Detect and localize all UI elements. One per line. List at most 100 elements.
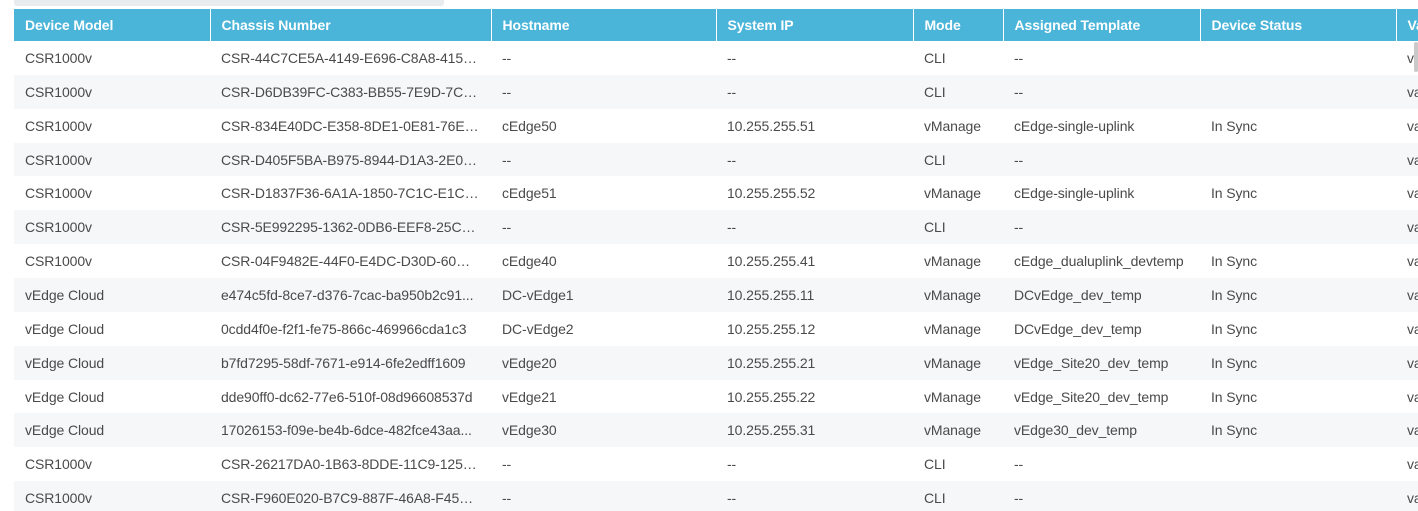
- system-ip-cell: 10.255.255.21: [716, 345, 913, 380]
- table-body: CSR1000v CSR-44C7CE5A-4149-E696-C8A8-415C…: [14, 41, 1418, 511]
- table-row[interactable]: vEdge Cloud e474c5fd-8ce7-d376-7cac-ba950…: [14, 278, 1418, 312]
- hostname-cell: --: [491, 210, 716, 245]
- device-model-cell: CSR1000v: [14, 74, 210, 109]
- device-model-cell: CSR1000v: [14, 447, 210, 482]
- assigned-template-cell: --: [1003, 447, 1200, 482]
- hostname-cell: --: [491, 481, 716, 511]
- version-cell: va: [1396, 311, 1418, 346]
- chassis-number-cell: CSR-D405F5BA-B975-8944-D1A3-2E08...: [210, 142, 491, 177]
- device-status-cell: In Sync: [1200, 311, 1396, 346]
- assigned-template-cell: cEdge-single-uplink: [1003, 108, 1200, 143]
- chassis-number-cell: b7fd7295-58df-7671-e914-6fe2edff1609: [210, 345, 491, 380]
- table-row[interactable]: CSR1000v CSR-44C7CE5A-4149-E696-C8A8-415C…: [14, 41, 1418, 75]
- device-status-cell: In Sync: [1200, 244, 1396, 279]
- column-system-ip-header[interactable]: System IP: [716, 9, 914, 41]
- system-ip-cell: --: [716, 142, 913, 177]
- hostname-cell: --: [491, 142, 716, 177]
- mode-cell: CLI: [913, 74, 1003, 109]
- vertical-scrollbar[interactable]: [1414, 42, 1418, 72]
- version-cell: va: [1396, 481, 1418, 511]
- toolbar-area: [0, 0, 1418, 8]
- device-table: Device Model Chassis Number Hostname System…: [14, 9, 1418, 511]
- hostname-cell: --: [491, 447, 716, 482]
- chassis-number-cell: e474c5fd-8ce7-d376-7cac-ba950b2c91...: [210, 278, 491, 312]
- system-ip-cell: --: [716, 481, 913, 511]
- chassis-number-cell: CSR-F960E020-B7C9-887F-46A8-F4537...: [210, 481, 491, 511]
- version-cell: va: [1396, 108, 1418, 143]
- column-device-model-header[interactable]: Device Model: [14, 9, 211, 41]
- system-ip-cell: 10.255.255.31: [716, 413, 913, 448]
- column-mode-header[interactable]: Mode: [913, 9, 1004, 41]
- mode-cell: CLI: [913, 41, 1003, 75]
- assigned-template-cell: cEdge-single-uplink: [1003, 176, 1200, 211]
- table-row[interactable]: vEdge Cloud b7fd7295-58df-7671-e914-6fe2e…: [14, 345, 1418, 380]
- version-cell: va: [1396, 142, 1418, 177]
- version-cell: va: [1396, 345, 1418, 380]
- table-row[interactable]: CSR1000v CSR-26217DA0-1B63-8DDE-11C9-125F…: [14, 447, 1418, 482]
- system-ip-cell: --: [716, 74, 913, 109]
- mode-cell: vManage: [913, 345, 1003, 380]
- device-model-cell: CSR1000v: [14, 481, 210, 511]
- table-row[interactable]: CSR1000v CSR-F960E020-B7C9-887F-46A8-F453…: [14, 481, 1418, 511]
- table-row[interactable]: vEdge Cloud dde90ff0-dc62-77e6-510f-08d96…: [14, 379, 1418, 414]
- hostname-cell: cEdge40: [491, 244, 716, 279]
- column-assigned-template-header[interactable]: Assigned Template: [1003, 9, 1201, 41]
- chassis-number-cell: CSR-D1837F36-6A1A-1850-7C1C-E1C6...: [210, 176, 491, 211]
- table-row[interactable]: CSR1000v CSR-D6DB39FC-C383-BB55-7E9D-7CD.…: [14, 74, 1418, 109]
- table-row[interactable]: CSR1000v CSR-D405F5BA-B975-8944-D1A3-2E08…: [14, 142, 1418, 177]
- mode-cell: vManage: [913, 244, 1003, 279]
- assigned-template-cell: cEdge_dualuplink_devtemp: [1003, 244, 1200, 279]
- chassis-number-cell: dde90ff0-dc62-77e6-510f-08d96608537d: [210, 379, 491, 414]
- system-ip-cell: --: [716, 447, 913, 482]
- mode-cell: vManage: [913, 108, 1003, 143]
- table-row[interactable]: CSR1000v CSR-04F9482E-44F0-E4DC-D30D-60C0…: [14, 244, 1418, 279]
- device-model-cell: vEdge Cloud: [14, 413, 210, 448]
- chassis-number-cell: CSR-44C7CE5A-4149-E696-C8A8-415C...: [210, 41, 491, 75]
- mode-cell: CLI: [913, 142, 1003, 177]
- version-cell: va: [1396, 379, 1418, 414]
- device-model-cell: vEdge Cloud: [14, 311, 210, 346]
- mode-cell: vManage: [913, 379, 1003, 414]
- mode-cell: CLI: [913, 447, 1003, 482]
- device-status-cell: [1200, 447, 1396, 482]
- mode-cell: vManage: [913, 176, 1003, 211]
- assigned-template-cell: --: [1003, 41, 1200, 75]
- assigned-template-cell: vEdge_Site20_dev_temp: [1003, 379, 1200, 414]
- table-row[interactable]: vEdge Cloud 0cdd4f0e-f2f1-fe75-866c-46996…: [14, 311, 1418, 346]
- table-row[interactable]: CSR1000v CSR-834E40DC-E358-8DE1-0E81-76E5…: [14, 108, 1418, 143]
- chassis-number-cell: CSR-834E40DC-E358-8DE1-0E81-76E59...: [210, 108, 491, 143]
- chassis-number-cell: 0cdd4f0e-f2f1-fe75-866c-469966cda1c3: [210, 311, 491, 346]
- mode-cell: vManage: [913, 413, 1003, 448]
- assigned-template-cell: vEdge_Site20_dev_temp: [1003, 345, 1200, 380]
- hostname-cell: DC-vEdge2: [491, 311, 716, 346]
- system-ip-cell: 10.255.255.41: [716, 244, 913, 279]
- mode-cell: CLI: [913, 481, 1003, 511]
- version-cell: va: [1396, 447, 1418, 482]
- column-hostname-header[interactable]: Hostname: [491, 9, 717, 41]
- hostname-cell: cEdge51: [491, 176, 716, 211]
- column-chassis-number-header[interactable]: Chassis Number: [210, 9, 492, 41]
- column-device-status-header[interactable]: Device Status: [1200, 9, 1397, 41]
- device-status-cell: In Sync: [1200, 379, 1396, 414]
- assigned-template-cell: --: [1003, 142, 1200, 177]
- system-ip-cell: 10.255.255.51: [716, 108, 913, 143]
- device-model-cell: CSR1000v: [14, 176, 210, 211]
- hostname-cell: vEdge21: [491, 379, 716, 414]
- table-row[interactable]: CSR1000v CSR-5E992295-1362-0DB6-EEF8-25CC…: [14, 210, 1418, 245]
- system-ip-cell: 10.255.255.22: [716, 379, 913, 414]
- table-row[interactable]: vEdge Cloud 17026153-f09e-be4b-6dce-482fc…: [14, 413, 1418, 448]
- table-row[interactable]: CSR1000v CSR-D1837F36-6A1A-1850-7C1C-E1C6…: [14, 176, 1418, 211]
- toolbar-edge: [14, 0, 444, 6]
- device-model-cell: CSR1000v: [14, 244, 210, 279]
- header-row: Device Model Chassis Number Hostname System…: [14, 9, 1418, 41]
- table-header: Device Model Chassis Number Hostname System…: [14, 9, 1418, 41]
- device-status-cell: [1200, 210, 1396, 245]
- hostname-cell: --: [491, 74, 716, 109]
- device-status-cell: In Sync: [1200, 345, 1396, 380]
- mode-cell: CLI: [913, 210, 1003, 245]
- assigned-template-cell: --: [1003, 481, 1200, 511]
- column-version-header[interactable]: Va: [1396, 9, 1418, 41]
- device-status-cell: In Sync: [1200, 176, 1396, 211]
- version-cell: va: [1396, 176, 1418, 211]
- chassis-number-cell: CSR-26217DA0-1B63-8DDE-11C9-125F...: [210, 447, 491, 482]
